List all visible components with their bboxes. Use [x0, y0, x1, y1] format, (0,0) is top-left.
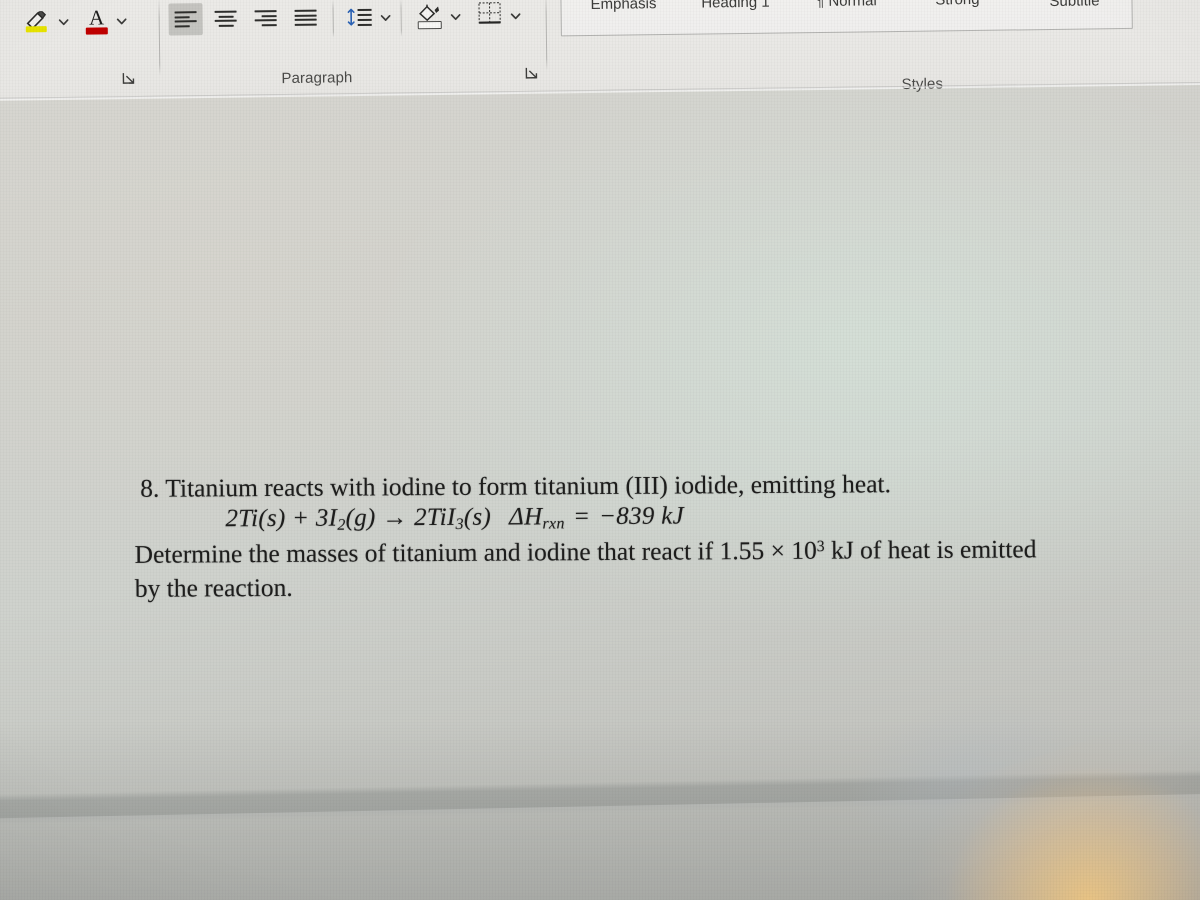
equation-equals-sign: = — [574, 503, 590, 531]
screenshot-root: A Paragraph Emphasis Heading 1 ¶ Normal … — [0, 0, 1200, 900]
problem-statement-line-4: by the reaction. — [134, 572, 293, 603]
problem-statement-line-1: 8. Titanium reacts with iodine to form t… — [140, 469, 892, 503]
problem-statement-line-3: Determine the masses of titanium and iod… — [135, 534, 1037, 570]
line3-part-a: Determine the masses of titanium and iod… — [134, 535, 817, 569]
line3-part-b: kJ of heat is emitted — [824, 534, 1037, 565]
equation-reactants: 2Ti(s) + 3I — [225, 504, 338, 533]
enthalpy-delta-h: ΔH — [509, 503, 543, 531]
equation-subscript-2: 2 — [337, 516, 346, 534]
equation-products-tail: (s) — [463, 503, 492, 531]
enthalpy-subscript-rxn: rxn — [542, 515, 565, 533]
document-canvas[interactable]: 8. Titanium reacts with iodine to form t… — [0, 0, 1200, 900]
line3-exponent: 3 — [816, 538, 825, 556]
equation-middle: (g) → 2TiI — [345, 503, 456, 532]
enthalpy-value: −839 kJ — [599, 502, 685, 531]
chemical-equation-line: 2Ti(s) + 3I2(g) → 2TiI3(s) ΔHrxn = −839 kJ — [225, 502, 684, 535]
